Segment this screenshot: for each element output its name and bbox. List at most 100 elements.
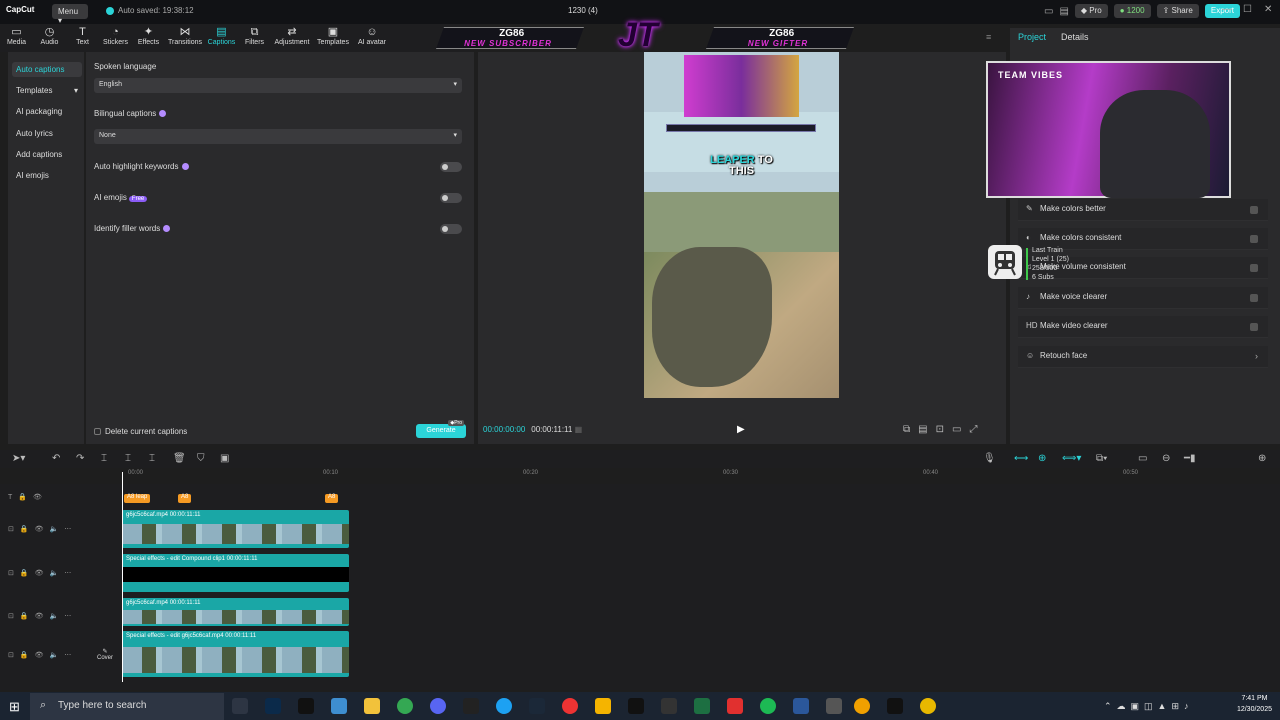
delete-captions-option[interactable]: Delete current captions [94, 427, 187, 436]
microphone-icon[interactable]: 🎙 [983, 453, 996, 464]
audio-icon[interactable]: 🔈 [49, 569, 58, 577]
tool-audio[interactable]: ◷ Audio [33, 24, 66, 52]
snapshot-icon[interactable]: ⊡ [936, 424, 944, 435]
word-icon[interactable] [793, 698, 809, 714]
lock-icon[interactable]: 🔒 [18, 493, 27, 501]
windows-start-icon[interactable]: ⊞ [9, 699, 20, 715]
app-icon[interactable] [595, 698, 611, 714]
tool-stickers[interactable]: ◔ Stickers [99, 24, 132, 52]
split-icon[interactable]: ⌶ [101, 453, 107, 464]
media-icon[interactable]: ▣ [220, 453, 229, 464]
lock-icon[interactable]: 🔒 [20, 569, 29, 577]
app-icon[interactable] [920, 698, 936, 714]
compound-clip[interactable]: Special effects - edit Compound clip1 00… [122, 554, 349, 592]
task-view-icon[interactable] [232, 698, 248, 714]
caption-tag[interactable]: A8 leap [124, 494, 151, 503]
more-icon[interactable]: ⋯ [64, 651, 71, 659]
steam-icon[interactable] [529, 698, 545, 714]
preview-axis-icon[interactable]: ⟺▾ [1062, 453, 1081, 464]
eye-icon[interactable]: 👁 [35, 525, 44, 533]
sidebar-item-add-captions[interactable]: Add captions [12, 147, 82, 162]
tab-details[interactable]: Details [1061, 32, 1089, 42]
auto-highlight-toggle[interactable] [440, 162, 462, 172]
share-button[interactable]: ⇪ Share [1156, 4, 1199, 18]
tab-project[interactable]: Project [1018, 32, 1046, 42]
zoom-out-icon[interactable]: ⊖ [1162, 453, 1170, 464]
photoshop-icon[interactable] [265, 698, 281, 714]
spotify-icon[interactable] [760, 698, 776, 714]
lock-icon[interactable]: 🔒 [20, 525, 29, 533]
zoom-slider[interactable]: ━▮ [1184, 453, 1196, 464]
layout-icon[interactable]: ▭ [1044, 6, 1053, 17]
tool-filters[interactable]: ⧉ Filters [238, 24, 271, 52]
bilingual-select[interactable]: None ▾ [94, 129, 462, 144]
video-clip[interactable]: g6jc5c6caf.mp4 00:00:11:11 [122, 510, 349, 548]
filler-words-toggle[interactable] [440, 224, 462, 234]
more-icon[interactable]: ⋯ [64, 525, 71, 533]
eye-icon[interactable]: 👁 [35, 651, 44, 659]
redo-icon[interactable]: ↷ [76, 453, 84, 464]
audio-icon[interactable]: 🔈 [49, 651, 58, 659]
playhead[interactable] [122, 472, 123, 682]
shield-icon[interactable]: ⛉ [197, 453, 205, 464]
audio-icon[interactable]: 🔈 [49, 525, 58, 533]
menu-button[interactable]: Menu ▾ [52, 4, 88, 25]
audio-icon[interactable]: 🔈 [49, 612, 58, 620]
eye-icon[interactable]: 👁 [33, 493, 42, 501]
app-icon[interactable] [661, 698, 677, 714]
enhance-voice-clearer[interactable]: ♪ Make voice clearer [1018, 287, 1268, 309]
credits-button[interactable]: ● 1200 [1113, 4, 1151, 18]
main-clip[interactable]: Special effects - edit g6jc5c6caf.mp4 00… [122, 631, 349, 677]
captions-track-icon[interactable]: ▭ [1138, 453, 1147, 464]
eye-icon[interactable]: 👁 [35, 569, 44, 577]
tool-templates[interactable]: ▣ Templates [313, 24, 353, 52]
excel-icon[interactable] [694, 698, 710, 714]
capcut-icon[interactable] [628, 698, 644, 714]
enhance-video-clearer[interactable]: HD Make video clearer [1018, 316, 1268, 338]
tool-effects[interactable]: ✦ Effects [132, 24, 165, 52]
crop-icon[interactable]: ⧉ [903, 424, 910, 435]
browser-icon[interactable] [854, 698, 870, 714]
select-tool-icon[interactable]: ➤▾ [12, 453, 25, 464]
tool-captions[interactable]: ▤ Captions [205, 24, 238, 52]
enhance-retouch-face[interactable]: ☺ Retouch face › [1018, 346, 1268, 368]
capcut-icon[interactable] [887, 698, 903, 714]
spoken-language-select[interactable]: English ▾ [94, 78, 462, 93]
delete-icon[interactable]: 🗑 [173, 453, 186, 464]
app-icon[interactable] [496, 698, 512, 714]
link-icon[interactable]: ⟷ [1014, 453, 1028, 464]
zoom-in-icon[interactable]: ⊕ [1258, 453, 1266, 464]
split-right-icon[interactable]: ⌶ [149, 453, 155, 464]
tool-media[interactable]: ▭ Media [0, 24, 33, 52]
sidebar-item-auto-captions[interactable]: Auto captions [12, 62, 82, 77]
cover-button[interactable]: ✎ Cover [94, 648, 116, 661]
fullscreen-icon[interactable]: ⤢ [969, 424, 977, 435]
split-screen-icon[interactable]: ⧉▾ [1096, 453, 1107, 464]
capcut-taskbar-icon[interactable] [298, 698, 314, 714]
more-icon[interactable]: ⋯ [64, 569, 71, 577]
tool-ai-avatar[interactable]: ☺ AI avatar [353, 24, 391, 52]
play-icon[interactable]: ▶ [737, 424, 745, 435]
sidebar-item-auto-lyrics[interactable]: Auto lyrics [12, 126, 82, 141]
maximize-icon[interactable]: ☐ [1243, 4, 1252, 15]
caption-tag[interactable]: A8 [178, 494, 192, 503]
undo-icon[interactable]: ↶ [52, 453, 60, 464]
split-left-icon[interactable]: ⌶ [125, 453, 131, 464]
file-explorer-icon[interactable] [364, 698, 380, 714]
generate-button[interactable]: Generate [416, 424, 466, 438]
minimize-icon[interactable]: — [1222, 4, 1232, 15]
system-tray-icons[interactable]: ⌃☁▣◫▲⊞♪ [1104, 701, 1194, 712]
record-icon[interactable] [562, 698, 578, 714]
magnet-icon[interactable]: ⊕ [1038, 453, 1046, 464]
close-icon[interactable]: ✕ [1264, 4, 1272, 15]
sidebar-item-ai-packaging[interactable]: AI packaging [12, 104, 82, 119]
enhance-colors-better[interactable]: ✎ Make colors better [1018, 199, 1268, 221]
tool-adjustment[interactable]: ⇄ Adjustment [271, 24, 313, 52]
system-clock[interactable]: 7:41 PM 12/30/2025 [1237, 693, 1272, 715]
eye-icon[interactable]: 👁 [35, 612, 44, 620]
sidebar-item-ai-emojis[interactable]: AI emojis [12, 168, 82, 183]
tool-transitions[interactable]: ⋈ Transitions [165, 24, 205, 52]
ratio-icon[interactable]: ▭ [952, 424, 961, 435]
timeline-ruler[interactable]: 00:00 00:10 00:20 00:30 00:40 00:50 [122, 470, 1280, 482]
video-preview[interactable]: LEAPER TO THIS [644, 52, 839, 398]
